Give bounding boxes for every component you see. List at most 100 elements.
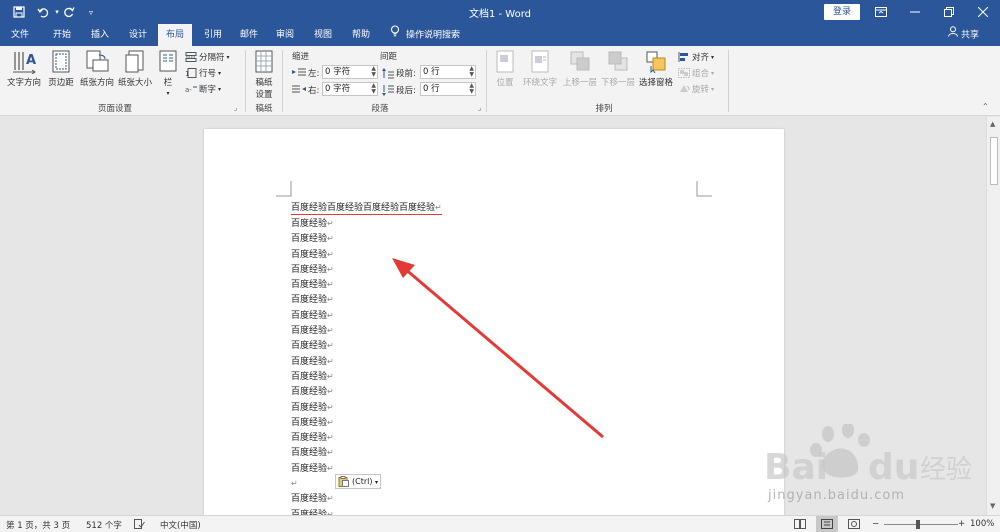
minimize-icon[interactable] bbox=[898, 0, 932, 24]
tell-me-label: 操作说明搜索 bbox=[406, 30, 461, 41]
word-count[interactable]: 512 个字 bbox=[86, 519, 122, 531]
web-layout-icon[interactable] bbox=[848, 519, 860, 532]
hyphenation-icon: a- bbox=[185, 86, 197, 94]
redo-icon[interactable] bbox=[60, 3, 78, 21]
read-mode-icon[interactable] bbox=[794, 519, 806, 532]
indent-right-input[interactable]: 0 字符 ▲ ▼ bbox=[322, 82, 378, 96]
spacing-title: 间距 bbox=[380, 52, 398, 62]
rotate-icon bbox=[680, 85, 690, 92]
scroll-down-icon[interactable]: ▼ bbox=[990, 502, 995, 510]
tell-me-search[interactable]: 操作说明搜索 bbox=[390, 24, 460, 46]
spacing-after-input[interactable]: 0 行 ▲ ▼ bbox=[420, 82, 476, 96]
tab-help[interactable]: 帮助 bbox=[344, 24, 378, 46]
wrap-text-button[interactable]: 环绕文字 bbox=[520, 50, 560, 88]
vertical-scrollbar[interactable]: ▲ ▼ bbox=[986, 117, 1000, 515]
save-icon[interactable] bbox=[10, 3, 28, 21]
breaks-button[interactable]: 分隔符 ▾ bbox=[185, 51, 230, 63]
orientation-button[interactable]: 纸张方向 bbox=[78, 50, 116, 88]
share-button[interactable]: 共享 bbox=[948, 24, 979, 46]
indent-title: 缩进 bbox=[292, 52, 310, 62]
line-numbers-dropdown-icon: ▾ bbox=[218, 69, 222, 77]
group-separator bbox=[282, 50, 283, 112]
customize-toolbar-icon[interactable]: ▿ bbox=[82, 3, 100, 21]
tab-home[interactable]: 开始 bbox=[44, 24, 80, 46]
zoom-in-icon[interactable]: + bbox=[958, 519, 965, 529]
tab-review[interactable]: 审阅 bbox=[268, 24, 302, 46]
lightbulb-icon bbox=[390, 24, 400, 46]
selection-pane-button[interactable]: 选择窗格 bbox=[636, 50, 676, 88]
language-indicator[interactable]: 中文(中国) bbox=[160, 519, 201, 531]
page-setup-launcher-icon[interactable]: ⌟ bbox=[234, 104, 237, 112]
line-numbers-label: 行号 bbox=[199, 69, 217, 79]
share-label: 共享 bbox=[961, 30, 980, 41]
svg-text:1: 1 bbox=[185, 70, 189, 78]
spacing-before-text: 段前: bbox=[396, 69, 416, 79]
align-button[interactable]: 对齐 ▾ bbox=[678, 51, 714, 63]
tab-layout[interactable]: 布局 bbox=[158, 24, 192, 46]
position-icon bbox=[496, 50, 514, 73]
spacing-before-value: 0 行 bbox=[423, 67, 440, 77]
size-button[interactable]: 纸张大小 bbox=[116, 50, 154, 88]
print-layout-icon[interactable] bbox=[816, 516, 838, 532]
document-canvas[interactable]: 百度经验百度经验百度经验百度经验↵ 百度经验↵ 百度经验↵ 百度经验↵ 百度经验↵ 百度… bbox=[0, 117, 986, 515]
page-count[interactable]: 第 1 页，共 3 页 bbox=[6, 519, 70, 531]
tab-view[interactable]: 视图 bbox=[306, 24, 340, 46]
draft-setup-label-line2: 设置 bbox=[255, 90, 273, 100]
indent-left-input[interactable]: 0 字符 ▲ ▼ bbox=[322, 65, 378, 79]
spinner-arrows-icon[interactable]: ▲ ▼ bbox=[469, 66, 474, 78]
indent-right-value: 0 字符 bbox=[325, 84, 351, 94]
hyphenation-button[interactable]: a- 断字 ▾ bbox=[185, 83, 221, 95]
indent-left-value: 0 字符 bbox=[325, 67, 351, 77]
group-button[interactable]: 组合 ▾ bbox=[678, 67, 714, 79]
spinner-arrows-icon[interactable]: ▲ ▼ bbox=[371, 83, 376, 95]
person-icon bbox=[948, 24, 958, 46]
title-bar: ▾ ▿ 文档1 - Word 登录 bbox=[0, 0, 1000, 24]
indent-left-icon bbox=[292, 68, 306, 76]
position-button[interactable]: 位置 bbox=[490, 50, 520, 88]
spinner-arrows-icon[interactable]: ▲ ▼ bbox=[371, 66, 376, 78]
rotate-button[interactable]: 旋转 ▾ bbox=[678, 83, 714, 95]
group-label: 组合 bbox=[692, 69, 710, 79]
hyphenation-label: 断字 bbox=[199, 85, 217, 95]
zoom-level[interactable]: 100% bbox=[970, 519, 994, 529]
close-icon[interactable] bbox=[966, 0, 1000, 24]
tab-file[interactable]: 文件 bbox=[4, 24, 36, 46]
bring-forward-label: 上移一层 bbox=[562, 78, 597, 88]
scroll-up-icon[interactable]: ▲ bbox=[990, 120, 995, 128]
columns-label: 栏 bbox=[163, 78, 173, 88]
login-button[interactable]: 登录 bbox=[824, 4, 860, 20]
restore-icon[interactable] bbox=[932, 0, 966, 24]
paragraph-launcher-icon[interactable]: ⌟ bbox=[478, 104, 481, 112]
group-dropdown-icon: ▾ bbox=[711, 69, 715, 77]
ribbon: A 文字方向 页边距 纸张方向 纸张大小 栏 ▾ 分隔符 ▾ 1 行号 ▾ a-… bbox=[0, 46, 1000, 116]
proofing-icon[interactable] bbox=[134, 519, 145, 532]
collapse-ribbon-icon[interactable]: ⌃ bbox=[982, 102, 989, 111]
tab-design[interactable]: 设计 bbox=[120, 24, 156, 46]
tab-references[interactable]: 引用 bbox=[196, 24, 230, 46]
tab-mailings[interactable]: 邮件 bbox=[232, 24, 266, 46]
line-numbers-button[interactable]: 1 行号 ▾ bbox=[185, 67, 221, 79]
spinner-arrows-icon[interactable]: ▲ ▼ bbox=[469, 83, 474, 95]
spacing-after-icon bbox=[382, 84, 394, 96]
text-direction-icon: A bbox=[13, 52, 36, 74]
scrollbar-thumb[interactable] bbox=[990, 137, 998, 185]
ribbon-display-options-icon[interactable] bbox=[864, 0, 898, 24]
bring-forward-button[interactable]: 上移一层 bbox=[560, 50, 600, 88]
text-direction-button[interactable]: A 文字方向 bbox=[4, 50, 44, 88]
zoom-out-icon[interactable]: − bbox=[872, 519, 879, 529]
spacing-before-input[interactable]: 0 行 ▲ ▼ bbox=[420, 65, 476, 79]
send-backward-label: 下移一层 bbox=[600, 78, 635, 88]
tab-insert[interactable]: 插入 bbox=[82, 24, 118, 46]
indent-right-icon bbox=[292, 85, 306, 93]
draft-setup-button[interactable]: 稿纸 设置 bbox=[250, 50, 278, 100]
line-numbers-icon: 1 bbox=[185, 68, 197, 78]
margins-button[interactable]: 页边距 bbox=[44, 50, 78, 88]
zoom-slider-track[interactable] bbox=[884, 524, 958, 525]
zoom-slider-thumb[interactable] bbox=[916, 520, 920, 529]
page-setup-group-label: 页面设置 bbox=[97, 104, 132, 114]
spacing-after-text: 段后: bbox=[396, 86, 416, 96]
rotate-label: 旋转 bbox=[692, 85, 710, 95]
columns-button[interactable]: 栏 ▾ bbox=[156, 50, 180, 97]
orientation-icon bbox=[86, 50, 109, 72]
send-backward-button[interactable]: 下移一层 bbox=[598, 50, 638, 88]
